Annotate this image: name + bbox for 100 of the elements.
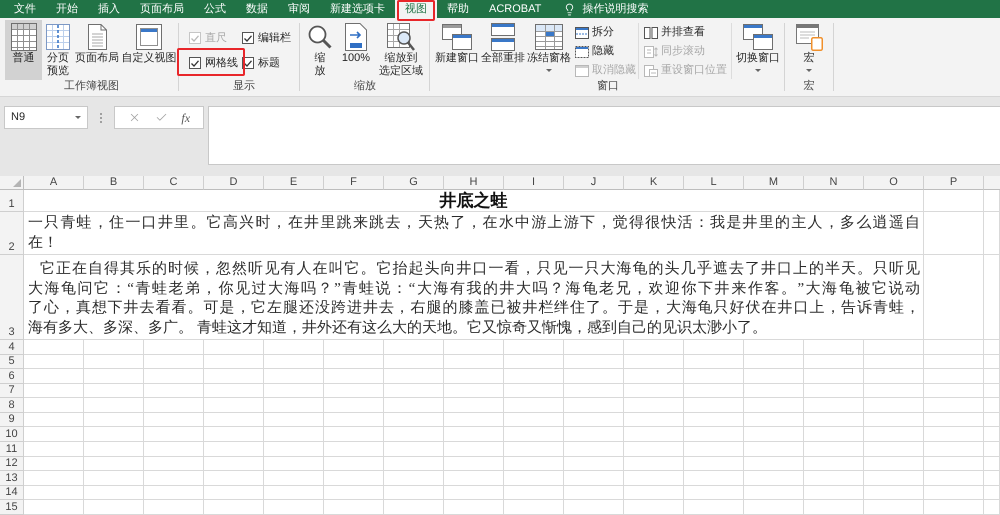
spreadsheet-cell[interactable] (744, 500, 804, 515)
row-header[interactable]: 15 (0, 500, 24, 515)
spreadsheet-cell[interactable] (684, 427, 744, 442)
spreadsheet-cell[interactable] (804, 369, 864, 384)
spreadsheet-cell[interactable] (144, 486, 204, 500)
spreadsheet-cell[interactable] (984, 190, 1000, 212)
spreadsheet-cell[interactable] (444, 471, 504, 486)
spreadsheet-cell[interactable] (204, 340, 264, 355)
column-header[interactable]: N (804, 176, 864, 190)
menu-tab[interactable]: 文件 (4, 0, 46, 18)
spreadsheet-cell[interactable] (924, 486, 984, 500)
spreadsheet-cell[interactable] (744, 412, 804, 428)
spreadsheet-cell[interactable] (744, 384, 804, 398)
row-header[interactable]: 10 (0, 427, 24, 442)
spreadsheet-cell[interactable] (84, 427, 144, 442)
spreadsheet-cell[interactable] (24, 369, 84, 384)
spreadsheet-cell[interactable] (924, 500, 984, 515)
spreadsheet-cell[interactable] (384, 442, 444, 457)
spreadsheet-cell[interactable] (264, 471, 324, 486)
spreadsheet-cell[interactable] (144, 427, 204, 442)
spreadsheet-cell[interactable] (504, 456, 564, 472)
spreadsheet-cell[interactable] (384, 384, 444, 398)
spreadsheet-cell[interactable] (24, 412, 84, 428)
ribbon-button[interactable]: 缩 放 (304, 20, 336, 80)
spreadsheet-cell[interactable] (204, 354, 264, 370)
row-header[interactable]: 9 (0, 412, 24, 428)
spreadsheet-cell[interactable] (84, 486, 144, 500)
spreadsheet-cell[interactable] (564, 398, 624, 413)
spreadsheet-cell[interactable] (564, 369, 624, 384)
spreadsheet-cell[interactable] (924, 255, 984, 340)
row-header[interactable]: 12 (0, 456, 24, 472)
spreadsheet-cell[interactable] (84, 456, 144, 472)
spreadsheet-cell[interactable] (204, 442, 264, 457)
column-header[interactable]: E (264, 176, 324, 190)
spreadsheet-cell[interactable] (384, 398, 444, 413)
spreadsheet-cell[interactable] (264, 369, 324, 384)
spreadsheet-cell[interactable] (804, 427, 864, 442)
spreadsheet-cell[interactable] (804, 500, 864, 515)
spreadsheet-cell[interactable] (984, 354, 1000, 370)
spreadsheet-cell[interactable] (684, 384, 744, 398)
spreadsheet-cell[interactable] (504, 354, 564, 370)
menu-tab[interactable]: 插入 (88, 0, 130, 18)
spreadsheet-cell[interactable] (264, 456, 324, 472)
spreadsheet-cell[interactable] (744, 340, 804, 355)
spreadsheet-cell[interactable] (684, 398, 744, 413)
spreadsheet-cell[interactable] (984, 369, 1000, 384)
spreadsheet-cell[interactable] (324, 442, 384, 457)
spreadsheet-cell[interactable] (204, 500, 264, 515)
ribbon-button[interactable]: 并排查看 (644, 23, 731, 42)
spreadsheet-cell[interactable] (924, 412, 984, 428)
spreadsheet-cell[interactable] (624, 340, 684, 355)
spreadsheet-cell[interactable] (204, 369, 264, 384)
column-header[interactable]: B (84, 176, 144, 190)
spreadsheet-cell[interactable] (204, 412, 264, 428)
spreadsheet-cell[interactable] (264, 486, 324, 500)
spreadsheet-cell[interactable] (984, 212, 1000, 255)
spreadsheet-cell[interactable] (504, 471, 564, 486)
row-header[interactable]: 4 (0, 340, 24, 355)
spreadsheet-cell[interactable] (84, 442, 144, 457)
spreadsheet-cell[interactable] (84, 340, 144, 355)
spreadsheet-cell[interactable] (624, 354, 684, 370)
spreadsheet-cell[interactable] (744, 471, 804, 486)
column-header[interactable]: G (384, 176, 444, 190)
spreadsheet-cell[interactable] (864, 369, 924, 384)
spreadsheet-cell[interactable] (144, 398, 204, 413)
spreadsheet-cell[interactable] (444, 486, 504, 500)
spreadsheet-cell[interactable] (864, 442, 924, 457)
menu-tab[interactable]: 数据 (236, 0, 278, 18)
spreadsheet-cell[interactable] (204, 384, 264, 398)
spreadsheet-cell[interactable] (324, 427, 384, 442)
spreadsheet-cell[interactable] (24, 442, 84, 457)
spreadsheet-cell[interactable] (504, 340, 564, 355)
spreadsheet-cell[interactable] (804, 456, 864, 472)
spreadsheet-cell[interactable] (564, 500, 624, 515)
spreadsheet-cell[interactable] (984, 255, 1000, 340)
spreadsheet-cell[interactable] (324, 471, 384, 486)
ribbon-button[interactable]: 冻结窗格 (526, 20, 572, 80)
row-header[interactable]: 1 (0, 190, 24, 212)
spreadsheet-cell[interactable] (504, 427, 564, 442)
spreadsheet-cell[interactable] (84, 354, 144, 370)
spreadsheet-cell[interactable] (744, 427, 804, 442)
spreadsheet-cell[interactable] (144, 384, 204, 398)
spreadsheet-cell[interactable] (444, 398, 504, 413)
spreadsheet-cell[interactable] (504, 369, 564, 384)
spreadsheet-cell[interactable] (324, 369, 384, 384)
column-header[interactable]: L (684, 176, 744, 190)
spreadsheet-cell[interactable] (264, 340, 324, 355)
spreadsheet-cell[interactable] (564, 427, 624, 442)
row-header[interactable]: 3 (0, 255, 24, 340)
insert-function-button[interactable]: fx (181, 110, 190, 124)
spreadsheet-cell[interactable] (324, 340, 384, 355)
spreadsheet-cell[interactable] (684, 442, 744, 457)
spreadsheet-cell[interactable] (684, 456, 744, 472)
spreadsheet-cell[interactable] (264, 354, 324, 370)
spreadsheet-cell[interactable] (144, 340, 204, 355)
column-header[interactable]: H (444, 176, 504, 190)
spreadsheet-cell[interactable] (984, 427, 1000, 442)
spreadsheet-cell[interactable] (384, 412, 444, 428)
spreadsheet-cell[interactable] (984, 500, 1000, 515)
spreadsheet-cell[interactable] (864, 384, 924, 398)
